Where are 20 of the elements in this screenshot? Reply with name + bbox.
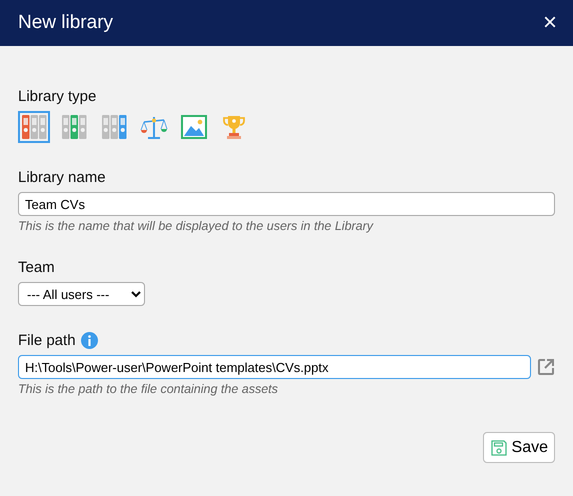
close-button[interactable]: × [540,11,559,35]
binders-icon [20,113,48,141]
file-path-field[interactable]: H:\Tools\Power-user\PowerPoint templates\CVs.pptx [18,355,531,379]
binders-icon [60,113,88,141]
save-button[interactable]: Save [482,432,555,463]
trophy-icon [220,113,248,141]
field-hint: This is the name that will be displayed to the users in the Library [18,219,374,233]
field-hint: This is the path to the file containing the assets [18,382,279,396]
binders-icon [100,113,128,141]
field-label: File path [18,332,76,349]
field-label: Library name [18,169,107,186]
dialog-title: New library [18,12,114,34]
image-icon [180,113,208,141]
info-icon[interactable] [80,332,98,349]
field-label: Team [18,259,56,276]
library-type-option[interactable] [18,111,50,143]
library-name-field[interactable]: Team CVs [18,192,555,216]
field-label: Library type [18,88,98,105]
team-dropdown[interactable]: --- All users --- [18,282,145,306]
external-link-icon[interactable] [537,358,555,376]
